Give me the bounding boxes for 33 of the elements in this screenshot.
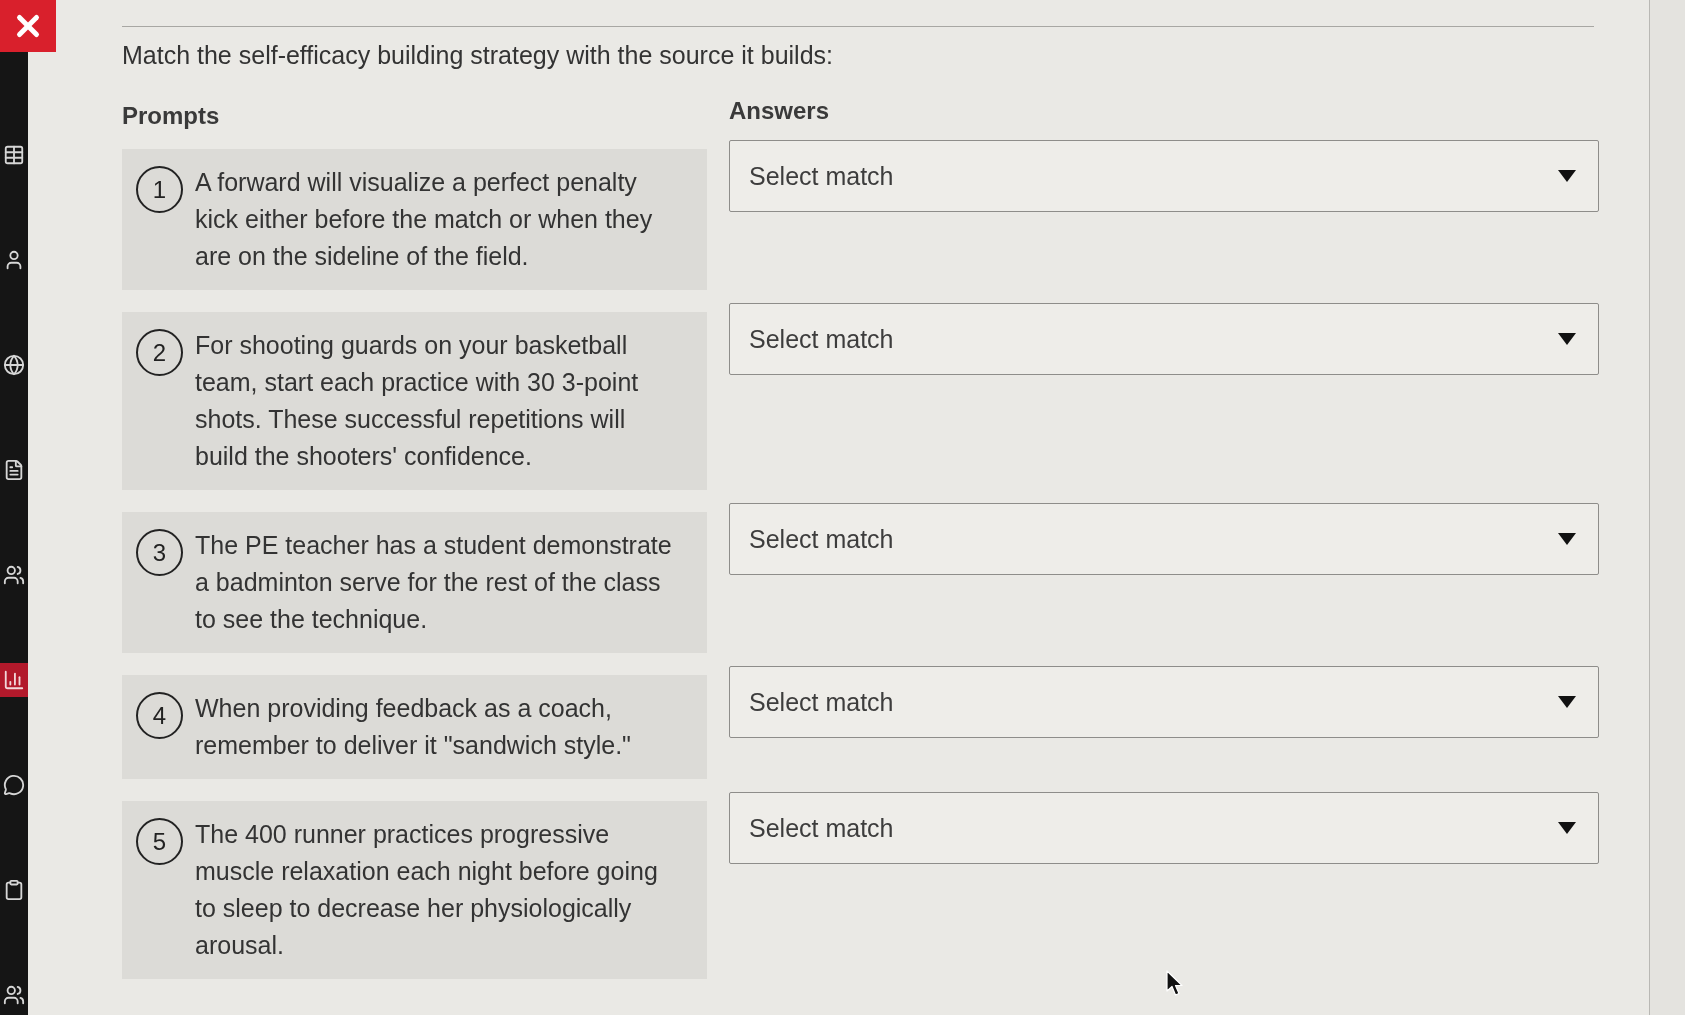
prompt-text: The PE teacher has a student demonstrate a badminton serve for the rest of the class to see the technique. (195, 530, 673, 635)
answer-select[interactable]: Select match (729, 666, 1599, 738)
close-button[interactable] (0, 0, 56, 52)
cursor-icon (1166, 970, 1184, 997)
answer-select[interactable]: Select match (729, 792, 1599, 864)
caret-icon (1558, 696, 1576, 708)
document-icon (3, 459, 25, 481)
globe-icon (3, 354, 25, 376)
people-icon (3, 564, 25, 586)
answers-heading: Answers (729, 96, 831, 126)
chat-icon (3, 774, 25, 796)
item-number: 2 (136, 329, 183, 376)
instruction-text: Match the self-efficacy building strategy with the source it builds: (122, 40, 834, 71)
prompt-text: For shooting guards on your basketball team, start each practice with 30 3-point shots. These successful repetitions will build the shooters' confidence. (195, 330, 640, 472)
people-icon (3, 984, 25, 1006)
caret-icon (1558, 822, 1576, 834)
caret-icon (1558, 170, 1576, 182)
answer-select[interactable]: Select match (729, 140, 1599, 212)
prompts-heading: Prompts (122, 101, 221, 131)
caret-icon (1558, 533, 1576, 545)
prompt-text: The 400 runner practices progressive muscle relaxation each night before going to sleep to decrease her physiologically arousal. (195, 819, 659, 961)
caret-icon (1558, 333, 1576, 345)
answer-select[interactable]: Select match (729, 503, 1599, 575)
table-icon (3, 144, 25, 166)
bar-chart-icon (3, 669, 25, 691)
item-number: 1 (136, 166, 183, 213)
item-number: 4 (136, 692, 183, 739)
prompt-text: A forward will visualize a perfect penalty kick either before the match or when they are on the sideline of the field. (195, 167, 654, 272)
prompt-text: When providing feedback as a coach, remember to deliver it "sandwich style." (195, 693, 632, 761)
item-number: 5 (136, 818, 183, 865)
answer-select[interactable]: Select match (729, 303, 1599, 375)
clipboard-icon (3, 879, 25, 901)
item-number: 3 (136, 529, 183, 576)
